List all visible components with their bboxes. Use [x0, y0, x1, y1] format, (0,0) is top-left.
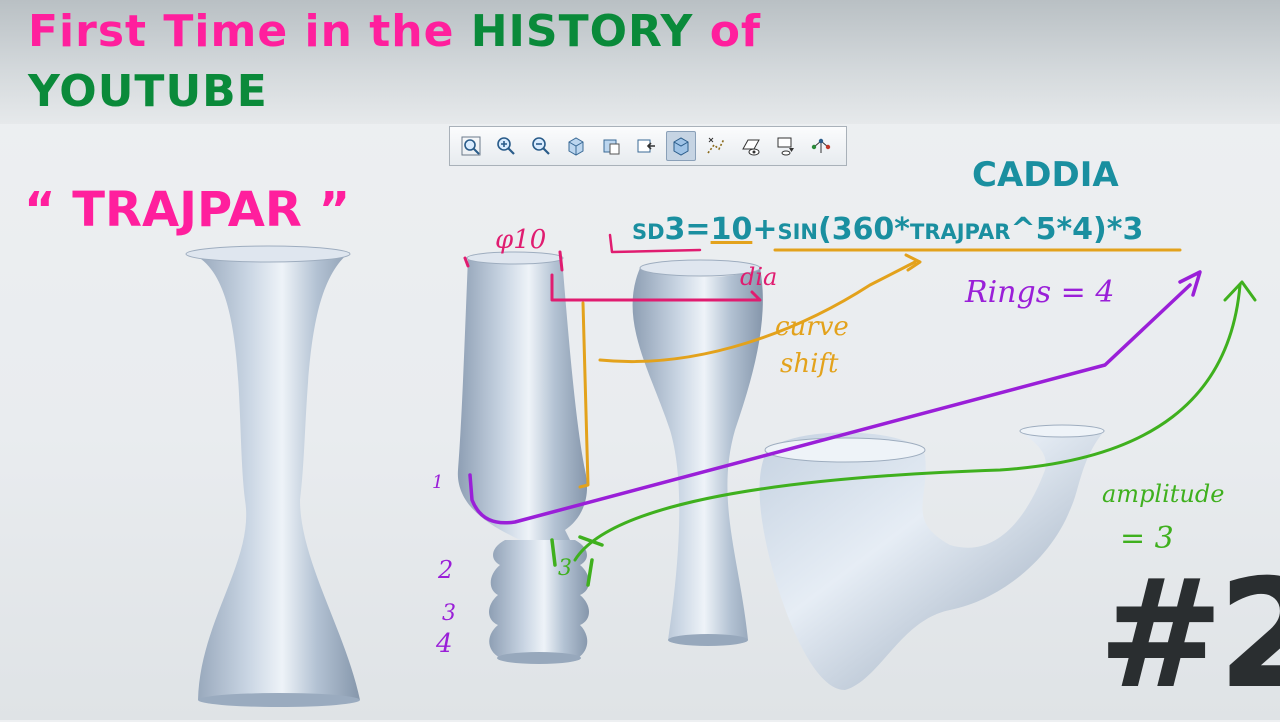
amplitude-label: amplitude: [1102, 480, 1224, 508]
zoom-fit-icon: [461, 136, 481, 156]
ring-number-3: 3: [442, 601, 456, 626]
spin-center-button[interactable]: [806, 131, 836, 161]
annotation-display-button[interactable]: [736, 131, 766, 161]
subtitle-trajpar: “ TRAJPAR ”: [24, 182, 351, 238]
shading-button[interactable]: [666, 131, 696, 161]
ring-number-1: 1: [432, 472, 443, 493]
reorient-icon: [637, 139, 655, 153]
annotation-display-icon: [742, 139, 760, 156]
formula-part-7: 4)*3: [1072, 212, 1144, 247]
zoom-fit-button[interactable]: [456, 131, 486, 161]
view-manager-button[interactable]: [771, 131, 801, 161]
view-cube-icon: [568, 137, 584, 156]
view-toolbar: [449, 126, 847, 166]
ring-number-4: 4: [435, 629, 453, 659]
spin-center-icon: [811, 138, 831, 153]
ringed-vase-model: [457, 251, 589, 664]
zoom-out-button[interactable]: [526, 131, 556, 161]
saved-views-icon: [603, 139, 620, 155]
hourglass-model: [185, 245, 360, 707]
viewport-scene: φ10 dia curve shift Rings = 4 amplitude …: [185, 225, 1257, 707]
brand-label: CADDIA: [972, 155, 1119, 195]
zoom-in-icon: [497, 137, 515, 155]
zoom-out-icon: [532, 137, 550, 155]
view-cube-button[interactable]: [561, 131, 591, 161]
reorient-button[interactable]: [631, 131, 661, 161]
diameter-label: φ10: [495, 225, 546, 255]
shift-label: shift: [780, 349, 839, 379]
ring-number-2: 2: [437, 556, 453, 584]
zoom-in-button[interactable]: [491, 131, 521, 161]
formula-part-2: 10: [710, 212, 753, 247]
dia-label: dia: [740, 263, 777, 291]
formula-part-1: sd3=: [632, 212, 711, 247]
saved-views-button[interactable]: [596, 131, 626, 161]
formula-part-6: *: [1056, 212, 1073, 247]
datum-display-icon: [707, 137, 725, 154]
formula-part-4: trajpar: [910, 212, 1011, 247]
view-manager-icon: [777, 137, 794, 156]
formula-part-3: +sin(360*: [752, 212, 910, 247]
tall-vase-model: [632, 259, 763, 646]
formula-part-5: ^5: [1010, 212, 1057, 247]
amplitude-mark-label: 3: [558, 556, 572, 581]
datum-display-button[interactable]: [701, 131, 731, 161]
relation-formula: sd3=10+sin(360*trajpar^5*4)*3: [632, 212, 1143, 247]
curve-label: curve: [775, 312, 849, 342]
episode-number: #2: [1098, 548, 1280, 722]
shading-icon: [673, 137, 689, 156]
rings-label: Rings = 4: [964, 275, 1114, 310]
